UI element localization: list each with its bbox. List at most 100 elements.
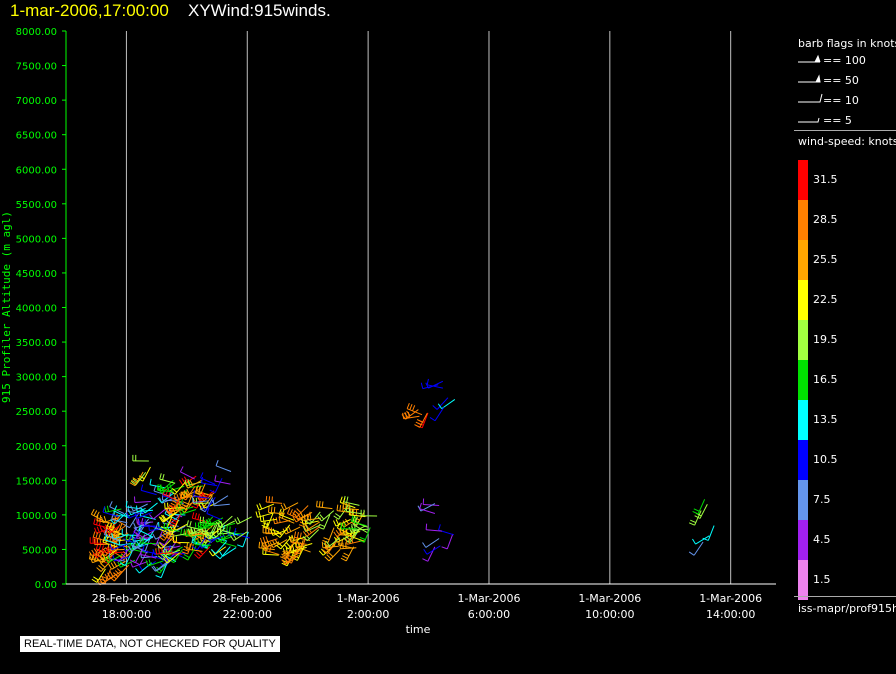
wind-barb: [206, 507, 222, 521]
colorbar-label: 16.5: [813, 373, 838, 386]
colorbar-swatch: [798, 200, 808, 240]
wind-barb: [692, 499, 706, 515]
y-tick-label: 6500.00: [16, 131, 57, 142]
y-tick-label: 4500.00: [16, 269, 57, 280]
x-tick-time: 10:00:00: [585, 608, 634, 621]
barb-5-icon: [798, 117, 820, 123]
colorbar-swatch: [798, 240, 808, 280]
wind-barbs: [88, 378, 715, 586]
wind-barb: [324, 549, 341, 562]
colorbar-label: 10.5: [813, 453, 838, 466]
y-tick-label: 8000.00: [16, 27, 57, 38]
colorbar-title: wind-speed: knots: [798, 135, 896, 148]
colorbar-swatch: [798, 280, 808, 320]
colorbar-label: 7.5: [813, 493, 831, 506]
wind-barb: [422, 546, 436, 562]
x-axis-label: time: [406, 623, 431, 636]
y-axis-label: 915 Profiler Altitude (m agl): [0, 211, 13, 403]
wind-barb: [255, 510, 274, 518]
wind-barb: [422, 538, 440, 548]
x-tick-labels: 28-Feb-2006 18:00:00 28-Feb-2006 22:00:00 1-…: [92, 592, 762, 621]
quality-warning-label: REAL-TIME DATA, NOT CHECKED FOR QUALITY: [20, 636, 280, 652]
colorbar-label: 19.5: [813, 333, 838, 346]
wind-barb: [265, 496, 283, 504]
x-tick-time: 14:00:00: [706, 608, 755, 621]
wind-barb: [432, 397, 449, 410]
y-tick-label: 4000.00: [16, 304, 57, 315]
colorbar-swatch: [798, 560, 808, 600]
y-tick-label: 1000.00: [16, 511, 57, 522]
barb-50-icon: [798, 74, 821, 83]
x-tick-date: 1-Mar-2006: [699, 592, 762, 605]
y-tick-label: 6000.00: [16, 165, 57, 176]
colorbar-label: 31.5: [813, 173, 838, 186]
y-tick-label: 3000.00: [16, 373, 57, 384]
y-tick-label: 1500.00: [16, 476, 57, 487]
wind-barb: [259, 536, 278, 545]
legend-panel: barb flags in knots == 100 == 50 == 10 =…: [794, 28, 896, 628]
colorbar-swatch: [798, 320, 808, 360]
wind-barb: [437, 399, 456, 410]
barb-key-50: == 50: [823, 74, 859, 87]
y-tick-label: 2000.00: [16, 442, 57, 453]
wind-barb: [215, 460, 232, 472]
colorbar-label: 1.5: [813, 573, 831, 586]
x-tick-date: 1-Mar-2006: [337, 592, 400, 605]
y-tick-label: 2500.00: [16, 407, 57, 418]
wind-barb: [438, 524, 454, 536]
wind-barb: [275, 536, 292, 550]
colorbar-swatch: [798, 440, 808, 480]
colorbar-swatch: [798, 400, 808, 440]
wind-barb: [422, 498, 440, 507]
x-tick-time: 6:00:00: [468, 608, 510, 621]
colorbar-label: 25.5: [813, 253, 838, 266]
barb-key-icons: [798, 54, 823, 123]
legend-divider: [794, 130, 896, 131]
wind-profile-chart: 0.00 500.00 1000.00 1500.00 2000.00 2500.00 30…: [0, 27, 776, 636]
y-tick-label: 3500.00: [16, 338, 57, 349]
colorbar-label: 13.5: [813, 413, 838, 426]
wind-barb: [212, 499, 230, 507]
barb-legend-title: barb flags in knots: [798, 37, 896, 50]
colorbar-swatch: [798, 520, 808, 560]
colorbar-label: 4.5: [813, 533, 831, 546]
wind-barb: [179, 466, 195, 480]
legend-divider-bottom: [794, 596, 896, 597]
y-tick-label: 5500.00: [16, 200, 57, 211]
wind-barb: [140, 502, 158, 514]
colorbar-swatch: [798, 360, 808, 400]
colorbar-label: 28.5: [813, 213, 838, 226]
x-tick-date: 28-Feb-2006: [92, 592, 161, 605]
barb-10-icon: [798, 93, 823, 103]
data-source-label: iss-mapr/prof915h: [798, 602, 896, 615]
x-tick-time: 22:00:00: [223, 608, 272, 621]
wind-barb: [234, 516, 252, 525]
y-tick-label: 0.00: [35, 580, 57, 591]
x-tick-date: 28-Feb-2006: [213, 592, 282, 605]
x-tick-time: 18:00:00: [102, 608, 151, 621]
y-tick-label: 5000.00: [16, 234, 57, 245]
colorbar-swatch: [798, 160, 808, 200]
wind-barb: [316, 500, 333, 510]
wind-barb: [132, 454, 149, 462]
barb-key-5: == 5: [823, 114, 852, 127]
x-tick-time: 2:00:00: [347, 608, 389, 621]
y-tick-label: 7000.00: [16, 96, 57, 107]
wind-barb: [159, 473, 176, 484]
barb-key-100: == 100: [823, 54, 866, 67]
wind-barb: [441, 533, 454, 550]
colorbar-label: 22.5: [813, 293, 838, 306]
y-tick-label: 7500.00: [16, 62, 57, 73]
wind-barb: [166, 484, 185, 492]
x-tick-date: 1-Mar-2006: [457, 592, 520, 605]
wind-barb: [133, 496, 151, 504]
barb-100-icon: [798, 54, 821, 63]
barb-key-10: == 10: [823, 94, 859, 107]
y-tick-labels: 0.00 500.00 1000.00 1500.00 2000.00 2500.00 30…: [16, 27, 66, 591]
y-tick-label: 500.00: [22, 545, 57, 556]
wind-barb: [322, 527, 335, 543]
wind-barb: [214, 475, 231, 485]
colorbar-swatch: [798, 480, 808, 520]
vertical-grid: [125, 31, 732, 584]
x-tick-date: 1-Mar-2006: [578, 592, 641, 605]
